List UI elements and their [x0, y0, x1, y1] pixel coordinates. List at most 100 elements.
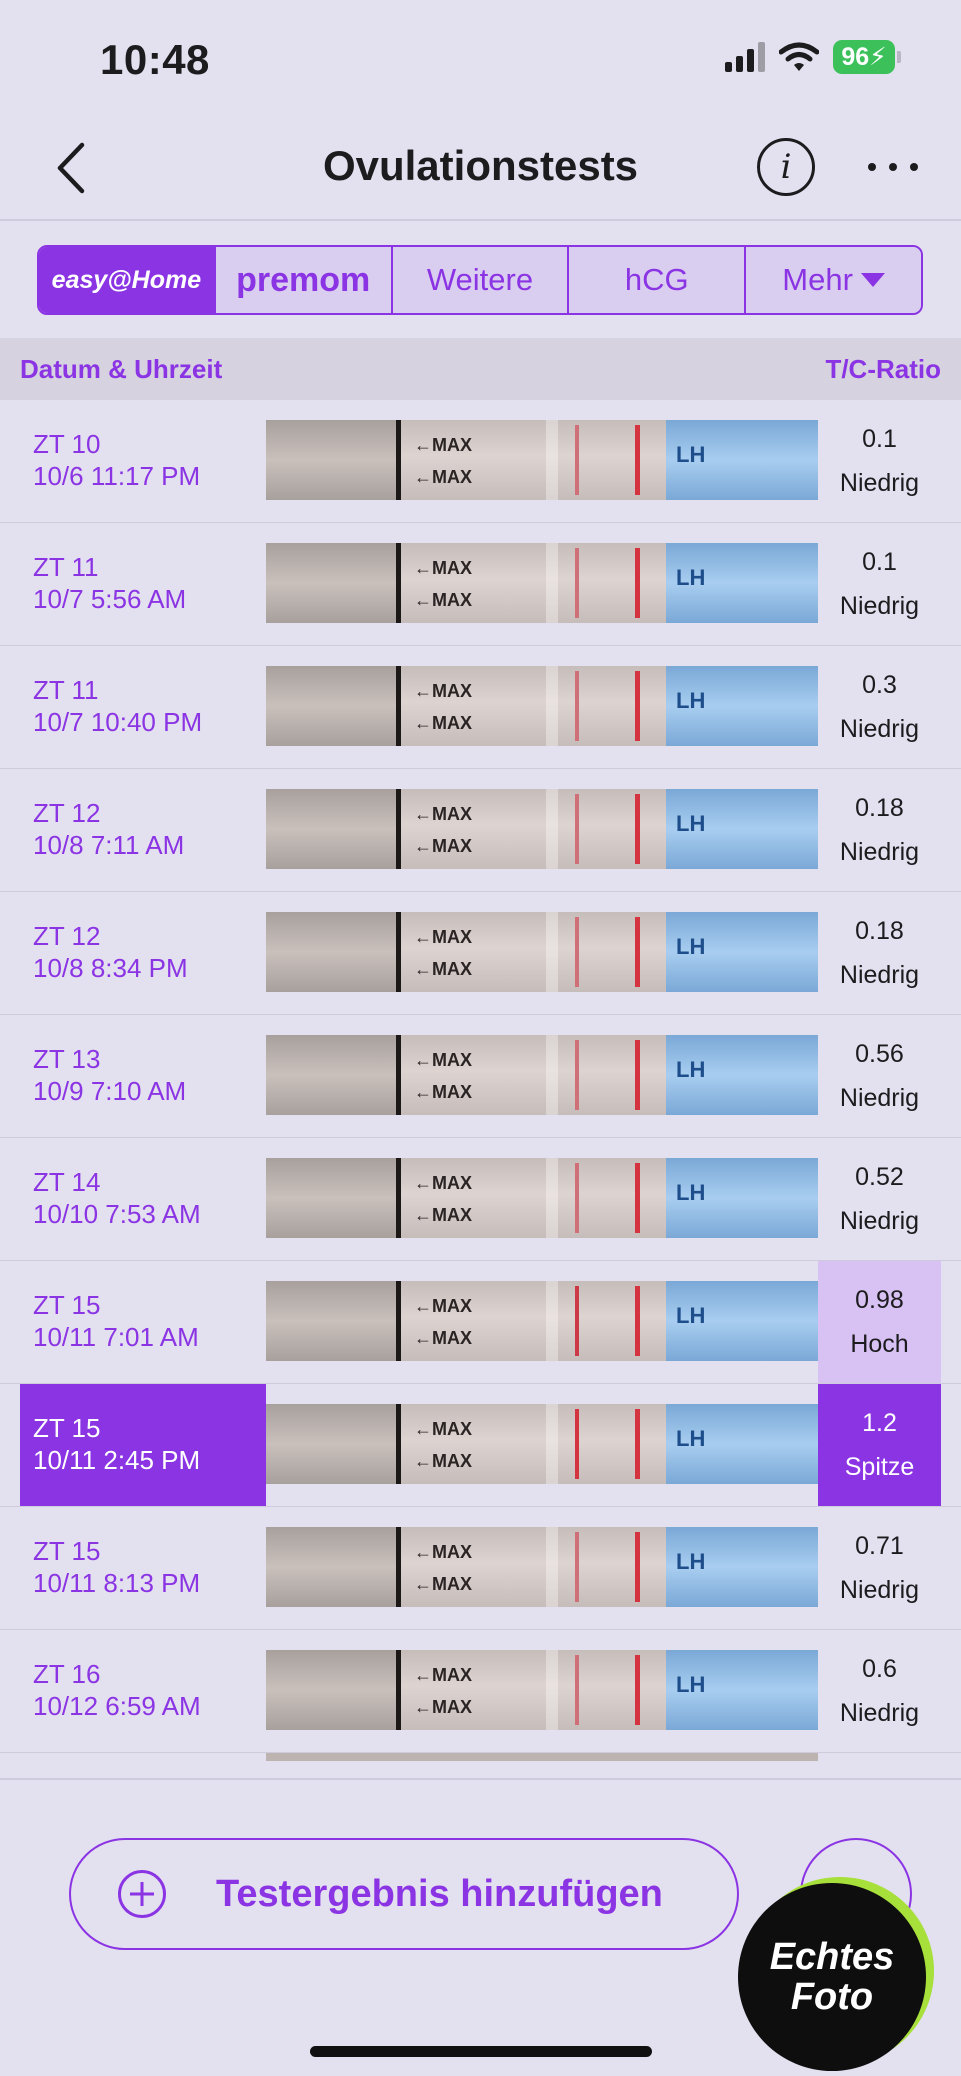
table-row[interactable]: ZT 16 10/12 6:59 AM ←MAX ←MAX LH 0.6 Niedrig — [0, 1630, 961, 1753]
ratio-cell: 1.2 Spitze — [818, 1384, 941, 1506]
test-line — [575, 1655, 579, 1725]
test-line — [575, 425, 579, 495]
control-line — [635, 1286, 640, 1356]
ratio-cell: 0.3 Niedrig — [818, 646, 941, 768]
home-indicator[interactable] — [310, 2046, 652, 2057]
cycle-day: ZT 15 — [33, 1536, 101, 1566]
ratio-level: Niedrig — [839, 1576, 920, 1604]
test-datetime: 10/8 8:34 PM — [33, 953, 188, 983]
test-line — [575, 548, 579, 618]
status-icons: 96 ⚡ — [725, 40, 901, 74]
tc-ratio-value: 1.2 — [862, 1409, 897, 1437]
add-test-result-label: Testergebnis hinzufügen — [216, 1872, 663, 1915]
test-datetime: 10/12 6:59 AM — [33, 1691, 201, 1721]
brand-tab-bar: easy@Home premom Weitere hCG Mehr — [37, 245, 923, 315]
table-row[interactable]: ZT 12 10/8 7:11 AM ←MAX ←MAX LH 0.18 Niedrig — [0, 769, 961, 892]
test-line — [575, 1532, 579, 1602]
ratio-cell: 0.18 Niedrig — [818, 769, 941, 891]
test-strip-photo: ←MAX ←MAX LH — [266, 1404, 818, 1484]
test-datetime: 10/11 8:13 PM — [33, 1568, 201, 1598]
test-strip-photo: ←MAX ←MAX LH — [266, 1158, 818, 1238]
tc-ratio-value: 0.56 — [855, 1040, 904, 1068]
table-row[interactable] — [0, 1753, 961, 1763]
row-date: ZT 15 10/11 2:45 PM — [20, 1384, 266, 1506]
ratio-level: Niedrig — [839, 469, 920, 497]
test-list[interactable]: ZT 10 10/6 11:17 PM ←MAX ←MAX LH 0.1 Niedrig ZT… — [0, 400, 961, 1778]
test-strip-photo: ←MAX ←MAX LH — [266, 1650, 818, 1730]
cycle-day: ZT 10 — [33, 429, 101, 459]
control-line — [635, 1163, 640, 1233]
row-date: ZT 11 10/7 10:40 PM — [20, 646, 266, 768]
add-test-result-button[interactable]: Testergebnis hinzufügen — [69, 1838, 739, 1950]
test-strip-photo: ←MAX ←MAX LH — [266, 666, 818, 746]
tab-weitere[interactable]: Weitere — [392, 247, 570, 313]
test-line — [575, 671, 579, 741]
navigation-bar: Ovulationstests i — [0, 120, 961, 220]
cycle-day: ZT 13 — [33, 1044, 101, 1074]
test-strip-photo: ←MAX ←MAX LH — [266, 1527, 818, 1607]
test-strip-photo: ←MAX ←MAX LH — [266, 1281, 818, 1361]
ratio-cell: 0.6 Niedrig — [818, 1630, 941, 1752]
ratio-level: Spitze — [844, 1453, 915, 1481]
test-line — [575, 794, 579, 864]
page-title: Ovulationstests — [322, 142, 639, 189]
ratio-level: Hoch — [850, 1330, 909, 1358]
more-options-button[interactable] — [868, 138, 918, 196]
test-datetime: 10/11 7:01 AM — [33, 1322, 199, 1352]
tc-ratio-value: 0.3 — [862, 671, 897, 699]
ratio-level: Niedrig — [839, 592, 920, 620]
test-strip-photo — [266, 1753, 818, 1761]
cycle-day: ZT 12 — [33, 798, 101, 828]
test-strip-photo: ←MAX ←MAX LH — [266, 912, 818, 992]
test-datetime: 10/10 7:53 AM — [33, 1199, 201, 1229]
test-strip-photo: ←MAX ←MAX LH — [266, 543, 818, 623]
test-line — [575, 917, 579, 987]
table-header: Datum & Uhrzeit T/C-Ratio — [0, 338, 961, 400]
cycle-day: ZT 12 — [33, 921, 101, 951]
cycle-day: ZT 14 — [33, 1167, 101, 1197]
table-row[interactable]: ZT 10 10/6 11:17 PM ←MAX ←MAX LH 0.1 Niedrig — [0, 400, 961, 523]
tab-premom[interactable]: premom — [215, 247, 393, 313]
wifi-icon — [779, 42, 819, 71]
control-line — [635, 1532, 640, 1602]
table-row[interactable]: ZT 14 10/10 7:53 AM ←MAX ←MAX LH 0.52 Niedrig — [0, 1138, 961, 1261]
row-date: ZT 14 10/10 7:53 AM — [20, 1138, 266, 1260]
tab-hcg[interactable]: hCG — [569, 247, 747, 313]
test-line — [575, 1163, 579, 1233]
divider — [0, 1778, 961, 1780]
ratio-cell: 0.98 Hoch — [818, 1261, 941, 1383]
control-line — [635, 1655, 640, 1725]
test-strip-photo: ←MAX ←MAX LH — [266, 420, 818, 500]
tc-ratio-value: 0.18 — [855, 794, 904, 822]
test-line — [575, 1409, 579, 1479]
row-date: ZT 12 10/8 7:11 AM — [20, 769, 266, 891]
echtes-foto-badge: Echtes Foto — [738, 1883, 926, 2071]
cycle-day: ZT 11 — [33, 552, 99, 582]
ratio-level: Niedrig — [839, 715, 920, 743]
test-datetime: 10/7 10:40 PM — [33, 707, 203, 737]
test-datetime: 10/6 11:17 PM — [33, 461, 201, 491]
tc-ratio-value: 0.1 — [862, 548, 897, 576]
table-row[interactable]: ZT 15 10/11 2:45 PM ←MAX ←MAX LH 1.2 Spitze — [0, 1384, 961, 1507]
status-time: 10:48 — [100, 36, 210, 83]
test-datetime: 10/8 7:11 AM — [33, 830, 185, 860]
table-row[interactable]: ZT 11 10/7 10:40 PM ←MAX ←MAX LH 0.3 Niedrig — [0, 646, 961, 769]
tc-ratio-value: 0.71 — [855, 1532, 904, 1560]
ratio-level: Niedrig — [839, 961, 920, 989]
table-row[interactable]: ZT 13 10/9 7:10 AM ←MAX ←MAX LH 0.56 Niedrig — [0, 1015, 961, 1138]
tab-mehr[interactable]: Mehr — [746, 247, 921, 313]
table-row[interactable]: ZT 15 10/11 7:01 AM ←MAX ←MAX LH 0.98 Hoch — [0, 1261, 961, 1384]
caret-down-icon — [860, 273, 885, 287]
control-line — [635, 917, 640, 987]
test-line — [575, 1040, 579, 1110]
table-row[interactable]: ZT 12 10/8 8:34 PM ←MAX ←MAX LH 0.18 Niedrig — [0, 892, 961, 1015]
info-button[interactable]: i — [757, 138, 815, 196]
table-row[interactable]: ZT 15 10/11 8:13 PM ←MAX ←MAX LH 0.71 Niedrig — [0, 1507, 961, 1630]
table-row[interactable]: ZT 11 10/7 5:56 AM ←MAX ←MAX LH 0.1 Niedrig — [0, 523, 961, 646]
test-strip-photo: ←MAX ←MAX LH — [266, 1035, 818, 1115]
cellular-signal-icon — [725, 42, 765, 72]
tab-easy-at-home[interactable]: easy@Home — [39, 247, 216, 313]
column-header-ratio: T/C-Ratio — [825, 353, 941, 384]
control-line — [635, 548, 640, 618]
cycle-day: ZT 11 — [33, 675, 99, 705]
